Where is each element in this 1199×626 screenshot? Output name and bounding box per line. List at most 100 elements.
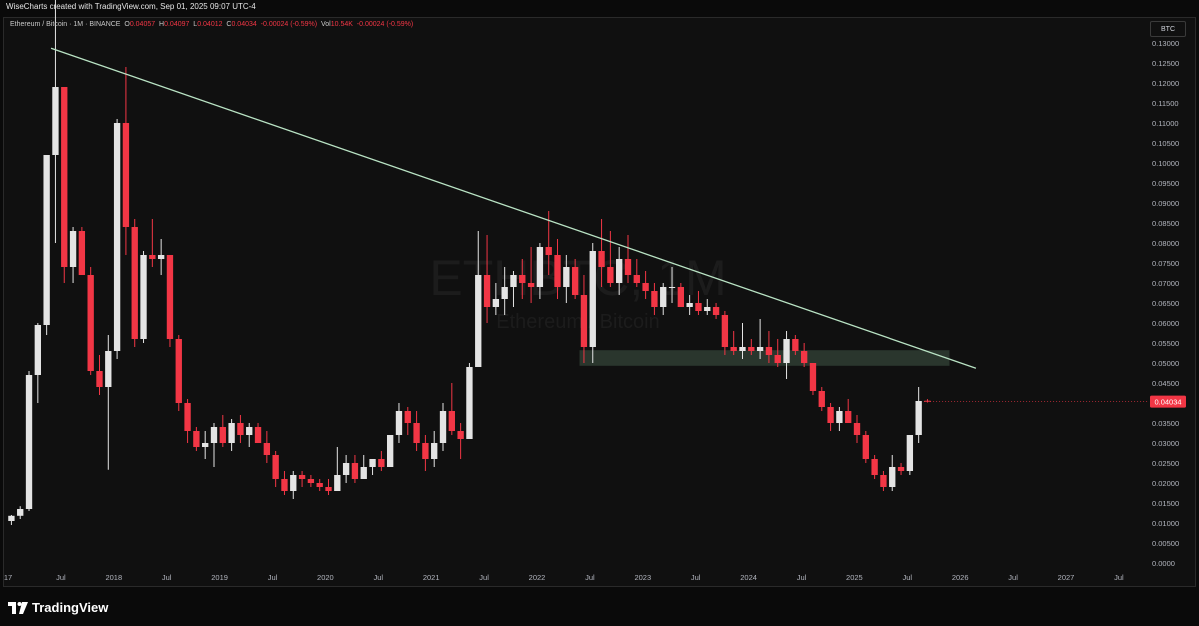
candle-body xyxy=(792,339,799,351)
footer: TradingView xyxy=(0,588,1199,626)
candle-body xyxy=(431,443,438,459)
price-tick-label: 0.01500 xyxy=(1152,499,1179,508)
candle-body xyxy=(378,459,385,467)
candle-body xyxy=(113,123,121,351)
candle-body xyxy=(457,431,464,439)
candle-body xyxy=(422,443,429,459)
candle-body xyxy=(633,275,640,283)
time-tick-label: Jul xyxy=(691,573,701,582)
candle-body xyxy=(651,291,658,307)
candle-body xyxy=(325,487,332,491)
candle-body xyxy=(386,435,394,467)
candle-body xyxy=(660,287,667,307)
candle-body xyxy=(774,355,781,363)
time-tick-label: 2018 xyxy=(105,573,122,582)
candle-body xyxy=(166,255,174,339)
price-tick-label: 0.11000 xyxy=(1152,119,1179,128)
price-tick-label: 0.02000 xyxy=(1152,479,1179,488)
candle-body xyxy=(17,509,24,516)
candle-body xyxy=(52,87,59,155)
time-tick-label: Jul xyxy=(56,573,66,582)
volume-value: 10.54K xyxy=(330,21,353,28)
candle-body xyxy=(131,227,138,339)
ohlc-legend: Ethereum / Bitcoin · 1M · BINANCE O0.040… xyxy=(10,21,413,28)
candle-body xyxy=(140,255,147,339)
candle-body xyxy=(695,303,702,311)
candle-body xyxy=(536,247,544,287)
candle-body xyxy=(704,307,711,311)
candle-body xyxy=(845,411,852,423)
candle-body xyxy=(889,467,896,487)
candle-body xyxy=(122,123,130,227)
tradingview-logo[interactable]: TradingView xyxy=(8,600,108,615)
candle-body xyxy=(871,459,878,475)
candle-body xyxy=(69,231,77,267)
candle-body xyxy=(281,479,288,491)
candle-body xyxy=(404,411,411,423)
candle-body xyxy=(836,411,843,423)
candle-body xyxy=(730,347,737,351)
candle-body xyxy=(272,455,279,479)
time-tick-label: 2022 xyxy=(529,573,546,582)
candle-body xyxy=(624,259,632,275)
candle-body xyxy=(668,287,676,288)
candle-body xyxy=(589,251,596,347)
candle-body xyxy=(915,401,922,435)
symbol-label[interactable]: Ethereum / Bitcoin · 1M · BINANCE xyxy=(10,21,120,28)
candle-body xyxy=(25,375,33,509)
time-tick-label: 2025 xyxy=(846,573,863,582)
candle-body xyxy=(157,255,165,259)
candle-body xyxy=(184,403,191,431)
candle-body xyxy=(862,435,869,459)
price-tick-label: 0.01000 xyxy=(1152,519,1179,528)
low-value: 0.04012 xyxy=(197,21,223,28)
candle-body xyxy=(510,275,517,287)
time-tick-label: Jul xyxy=(903,573,913,582)
price-tick-label: 0.0000 xyxy=(1152,559,1175,568)
open-value: 0.04057 xyxy=(129,21,156,28)
price-tick-label: 0.08000 xyxy=(1152,239,1179,248)
time-tick-label: Jul xyxy=(1114,573,1124,582)
candle-body xyxy=(246,427,253,435)
candle-body xyxy=(307,479,315,483)
candle-body xyxy=(906,435,914,471)
candle-body xyxy=(210,427,218,443)
candle-body xyxy=(413,423,420,443)
candle-body xyxy=(237,423,244,435)
candle-body xyxy=(78,231,86,275)
candle-body xyxy=(369,459,376,467)
time-tick-label: Jul xyxy=(374,573,384,582)
watermark-name: Ethereum / Bitcoin xyxy=(496,311,659,333)
time-tick-label: 2021 xyxy=(423,573,440,582)
candle-body xyxy=(290,475,297,491)
price-chart[interactable]: ETHBTC, 1MEthereum / Bitcoin0.130000.125… xyxy=(0,0,1199,626)
candle-body xyxy=(756,347,764,351)
candle-body xyxy=(545,247,552,255)
candle-body xyxy=(351,463,359,479)
candle-body xyxy=(739,347,746,351)
candle-body xyxy=(466,367,473,439)
candle-body xyxy=(334,475,341,491)
candle-body xyxy=(853,423,861,435)
currency-button[interactable]: BTC xyxy=(1150,21,1186,37)
time-tick-label: Jul xyxy=(268,573,278,582)
price-tick-label: 0.12500 xyxy=(1152,59,1179,68)
candle-body xyxy=(149,255,156,259)
candle-body xyxy=(897,467,905,471)
price-tick-label: 0.07500 xyxy=(1152,259,1179,268)
price-tick-label: 0.13000 xyxy=(1152,39,1179,48)
support-zone xyxy=(579,350,950,366)
candle-body xyxy=(43,155,50,325)
candle-body xyxy=(519,275,526,283)
candle-body xyxy=(721,315,729,347)
candle-body xyxy=(686,303,693,307)
time-tick-label: Jul xyxy=(162,573,172,582)
candle-body xyxy=(87,275,94,371)
price-tick-label: 0.08500 xyxy=(1152,219,1179,228)
price-tick-label: 0.04500 xyxy=(1152,379,1179,388)
time-tick-label: Jul xyxy=(1008,573,1018,582)
price-tick-label: 0.05500 xyxy=(1152,339,1179,348)
candle-body xyxy=(677,287,685,307)
time-tick-label: 2019 xyxy=(211,573,228,582)
price-tick-label: 0.09500 xyxy=(1152,179,1179,188)
